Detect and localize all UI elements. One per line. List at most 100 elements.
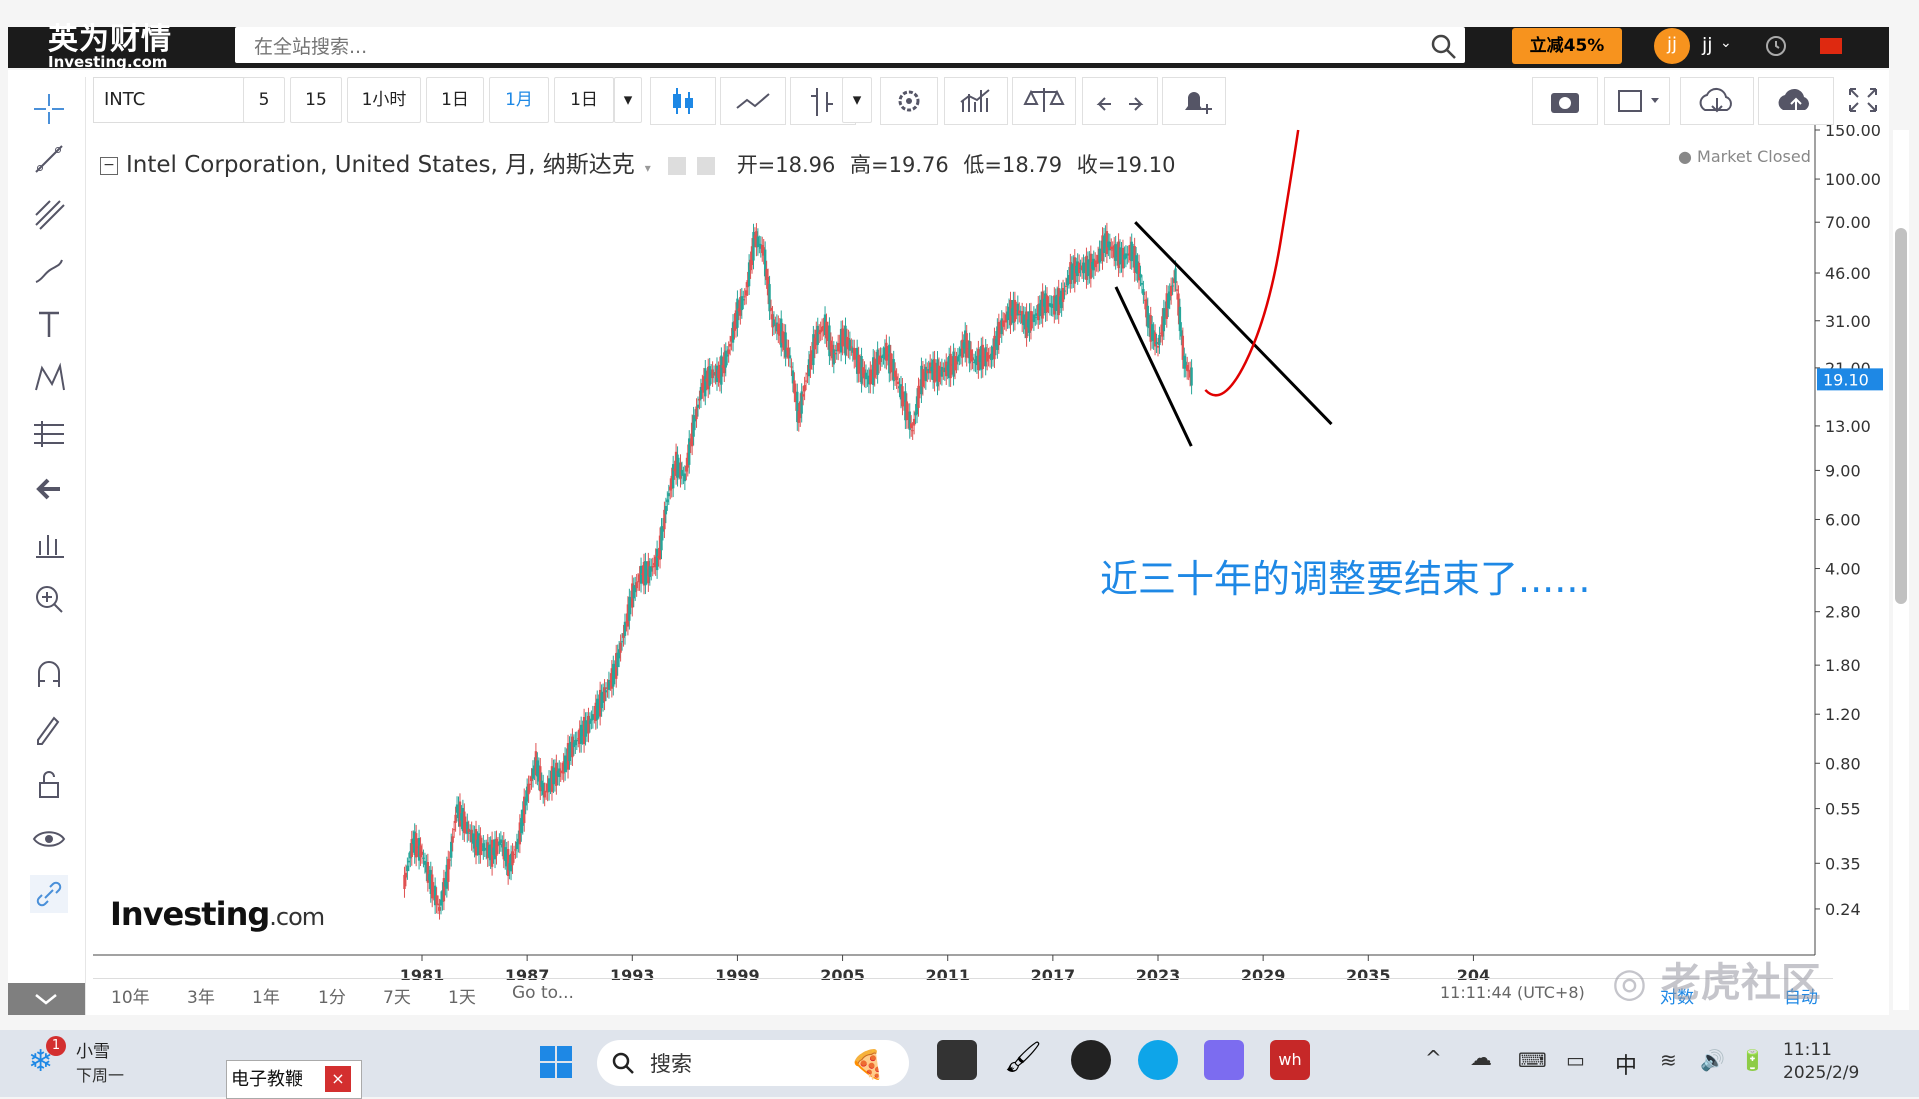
brush-icon[interactable]: [30, 250, 68, 288]
range-1y[interactable]: 1年: [252, 983, 280, 1008]
undo-redo-icon[interactable]: [1082, 77, 1158, 125]
tray-time[interactable]: 11:11: [1783, 1040, 1832, 1060]
close-icon[interactable]: ×: [325, 1066, 351, 1092]
interval-1d[interactable]: 1日: [426, 77, 484, 123]
keyboard-icon[interactable]: ⌨: [1518, 1048, 1547, 1072]
symbol-input[interactable]: INTC: [93, 77, 245, 123]
candle-body: [404, 872, 408, 878]
user-name[interactable]: jj: [1702, 34, 1713, 56]
candles-icon[interactable]: [650, 77, 716, 125]
alert-bell-icon[interactable]: [1162, 77, 1226, 125]
candle-body: [438, 907, 441, 911]
fib-icon[interactable]: [30, 415, 68, 453]
candle-body: [527, 783, 530, 795]
clock-icon[interactable]: [1764, 34, 1788, 58]
sidebar-collapse-button[interactable]: [8, 983, 85, 1015]
candle-body: [790, 366, 793, 368]
search-icon[interactable]: [1430, 33, 1458, 61]
candle-body: [450, 841, 453, 858]
y-tick-label: 100.00: [1825, 170, 1881, 189]
goto-date[interactable]: Go to...: [512, 983, 574, 1003]
tablet-icon[interactable]: ▭: [1566, 1048, 1585, 1072]
settings-mini-icon[interactable]: [668, 156, 687, 175]
chevron-down-icon[interactable]: ▾: [645, 161, 651, 175]
search-input[interactable]: [252, 33, 1416, 61]
chart-legend: − Intel Corporation, United States, 月, 纳斯…: [100, 145, 1175, 179]
site-logo[interactable]: 英为财情: [48, 14, 172, 58]
candle-body: [1178, 306, 1182, 332]
magnet-icon[interactable]: [30, 655, 68, 693]
candle-body: [448, 859, 451, 861]
site-logo-sub: Investing.com: [48, 53, 168, 71]
interval-dropdown[interactable]: ▾: [614, 77, 642, 123]
fullscreen-icon[interactable]: [1838, 77, 1888, 123]
candle-body: [816, 325, 819, 345]
gear-icon[interactable]: [880, 77, 938, 125]
flag-icon[interactable]: [1820, 38, 1842, 54]
candle-body: [667, 493, 670, 497]
studies-icon[interactable]: [944, 77, 1008, 125]
interval-1h[interactable]: 1小时: [347, 77, 421, 123]
settings-mini-icon-2[interactable]: [697, 156, 716, 175]
range-7d[interactable]: 7天: [383, 983, 411, 1008]
text-tool-icon[interactable]: [30, 305, 68, 343]
candle-body: [704, 368, 707, 397]
tray-date[interactable]: 2025/2/9: [1783, 1063, 1859, 1083]
lock-drawing-icon[interactable]: [30, 710, 68, 748]
taskbar-app-icon[interactable]: [937, 1040, 977, 1080]
back-arrow-icon[interactable]: [30, 470, 68, 508]
trend-line-icon[interactable]: [30, 140, 68, 178]
edge-icon[interactable]: [1138, 1040, 1178, 1080]
candle-body: [1018, 310, 1021, 314]
range-10y[interactable]: 10年: [111, 983, 150, 1008]
interval-1mo[interactable]: 1月: [489, 77, 549, 123]
interval-5[interactable]: 5: [243, 77, 285, 123]
candle-body: [1155, 342, 1158, 345]
windows-start-icon[interactable]: [538, 1044, 574, 1080]
price-chart[interactable]: 150.00100.0070.0046.0031.0021.0013.009.0…: [93, 125, 1893, 980]
candle-body: [949, 353, 952, 379]
cloud-download-icon[interactable]: [1680, 77, 1754, 125]
candle-body: [896, 381, 900, 384]
cloud-upload-icon[interactable]: [1758, 77, 1834, 125]
candle-body: [940, 366, 944, 377]
pattern-icon[interactable]: [30, 360, 68, 398]
eye-icon[interactable]: [30, 820, 68, 858]
interval-1d-alt[interactable]: 1日: [554, 77, 614, 123]
chevron-down-icon[interactable]: ⌄: [1720, 35, 1732, 51]
unlock-icon[interactable]: [30, 765, 68, 803]
ime-indicator[interactable]: 中: [1615, 1048, 1637, 1080]
y-tick-label: 6.00: [1825, 510, 1861, 529]
line-chart-icon[interactable]: [720, 77, 786, 125]
cloud-icon[interactable]: ☁: [1470, 1046, 1492, 1071]
qq-icon[interactable]: [1071, 1040, 1111, 1080]
pitchfork-icon[interactable]: [30, 195, 68, 233]
chevron-up-icon[interactable]: ^: [1425, 1046, 1442, 1070]
wifi-icon[interactable]: ≋: [1660, 1048, 1677, 1072]
search-icon: [612, 1052, 634, 1074]
chart-type-dropdown[interactable]: ▾: [842, 77, 872, 123]
interval-15[interactable]: 15: [290, 77, 342, 123]
range-3y[interactable]: 3年: [187, 983, 215, 1008]
brush-app-icon[interactable]: 🖌: [1003, 1040, 1043, 1080]
app-icon[interactable]: [1204, 1040, 1244, 1080]
battery-icon[interactable]: 🔋: [1740, 1048, 1765, 1072]
collapse-legend-icon[interactable]: −: [100, 156, 118, 175]
zoom-in-icon[interactable]: [30, 580, 68, 618]
promo-button[interactable]: 立减45%: [1512, 28, 1622, 64]
avatar[interactable]: jj: [1654, 28, 1690, 64]
camera-icon[interactable]: [1532, 77, 1598, 125]
range-1m[interactable]: 1分: [318, 983, 346, 1008]
scrollbar-thumb[interactable]: [1895, 228, 1907, 604]
volume-icon[interactable]: 🔊: [1700, 1048, 1725, 1072]
wh-app-icon[interactable]: wh: [1270, 1040, 1310, 1080]
candle-body: [1139, 273, 1142, 278]
layout-select-icon[interactable]: [1604, 77, 1670, 125]
chart-annotation[interactable]: 近三十年的调整要结束了......: [1100, 548, 1590, 603]
crosshair-icon[interactable]: [30, 90, 68, 128]
link-icon[interactable]: [30, 875, 68, 913]
range-1d[interactable]: 1天: [448, 983, 476, 1008]
measure-icon[interactable]: [30, 525, 68, 563]
y-tick-label: 9.00: [1825, 461, 1861, 480]
compare-icon[interactable]: [1012, 77, 1076, 125]
